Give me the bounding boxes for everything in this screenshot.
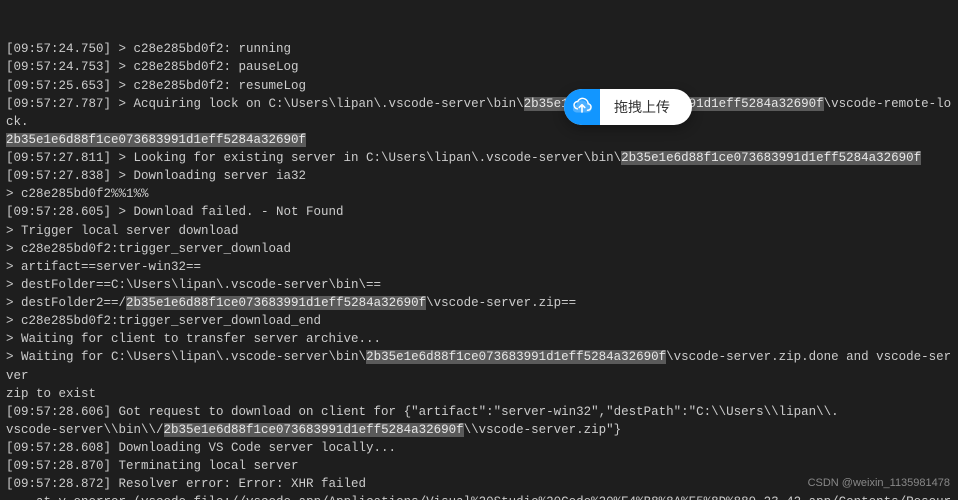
text-segment: [09:57:28.608] Downloading VS Code serve…: [6, 441, 396, 455]
text-segment: at y.onerror (vscode-: [6, 495, 194, 500]
terminal-line: > Waiting for client to transfer server …: [6, 330, 952, 348]
text-segment: > Waiting for client to transfer server …: [6, 332, 381, 346]
text-segment: [09:57:24.750] > c28e285bd0f2: running: [6, 42, 291, 56]
text-segment: [09:57:24.753] > c28e285bd0f2: pauseLog: [6, 60, 299, 74]
text-segment: > Trigger local server download: [6, 224, 239, 238]
text-segment: vscode-server\\bin\\/: [6, 423, 164, 437]
terminal-line: [09:57:24.753] > c28e285bd0f2: pauseLog: [6, 58, 952, 76]
text-segment: > artifact==server-win32==: [6, 260, 201, 274]
text-segment: > destFolder2==/: [6, 296, 126, 310]
terminal-line: 2b35e1e6d88f1ce073683991d1eff5284a32690f: [6, 131, 952, 149]
watermark: CSDN @weixin_1135981478: [808, 476, 950, 492]
terminal-line: > c28e285bd0f2:trigger_server_download: [6, 240, 952, 258]
terminal-line: [09:57:27.787] > Acquiring lock on C:\Us…: [6, 95, 952, 131]
highlighted-hash: 2b35e1e6d88f1ce073683991d1eff5284a32690f: [6, 133, 306, 147]
text-segment: \\vscode-server.zip"}: [464, 423, 622, 437]
terminal-line: > artifact==server-win32==: [6, 258, 952, 276]
upload-popup-label: 拖拽上传: [600, 97, 692, 117]
terminal-line: vscode-server\\bin\\/2b35e1e6d88f1ce0736…: [6, 421, 952, 439]
text-segment: > destFolder==C:\Users\lipan\.vscode-ser…: [6, 278, 381, 292]
upload-popup[interactable]: 拖拽上传: [564, 89, 692, 125]
cloud-upload-icon: [564, 89, 600, 125]
terminal-line: [09:57:27.838] > Downloading server ia32: [6, 167, 952, 185]
terminal-output[interactable]: [09:57:24.750] > c28e285bd0f2: running [0…: [0, 0, 958, 498]
highlighted-hash: 2b35e1e6d88f1ce073683991d1eff5284a32690f: [164, 423, 464, 437]
terminal-line: > Trigger local server download: [6, 222, 952, 240]
text-segment: [09:57:27.787] > Acquiring lock on C:\Us…: [6, 97, 524, 111]
text-segment: [09:57:27.811] > Looking for existing se…: [6, 151, 621, 165]
terminal-line: [09:57:27.811] > Looking for existing se…: [6, 149, 952, 167]
text-segment: [09:57:28.605] > Download failed. - Not …: [6, 205, 344, 219]
highlighted-hash: 2b35e1e6d88f1ce073683991d1eff5284a32690f: [126, 296, 426, 310]
terminal-line: [09:57:24.750] > c28e285bd0f2: running: [6, 40, 952, 58]
terminal-line: zip to exist: [6, 385, 952, 403]
terminal-line: > destFolder2==/2b35e1e6d88f1ce073683991…: [6, 294, 952, 312]
text-segment: [09:57:25.653] > c28e285bd0f2: resumeLog: [6, 79, 306, 93]
terminal-line: [09:57:28.870] Terminating local server: [6, 457, 952, 475]
highlighted-hash: 2b35e1e6d88f1ce073683991d1eff5284a32690f: [366, 350, 666, 364]
text-segment: \vscode-server.zip==: [426, 296, 576, 310]
text-segment: [09:57:27.838] > Downloading server ia32: [6, 169, 306, 183]
terminal-line: [09:57:25.653] > c28e285bd0f2: resumeLog: [6, 77, 952, 95]
terminal-line: > c28e285bd0f2:trigger_server_download_e…: [6, 312, 952, 330]
text-segment: > Waiting for C:\Users\lipan\.vscode-ser…: [6, 350, 366, 364]
text-segment: > c28e285bd0f2%%1%%: [6, 187, 149, 201]
text-segment: zip to exist: [6, 387, 96, 401]
terminal-line: > c28e285bd0f2%%1%%: [6, 185, 952, 203]
terminal-line: at y.onerror (vscode-file://vscode-app/A…: [6, 493, 952, 500]
text-segment: > c28e285bd0f2:trigger_server_download_e…: [6, 314, 321, 328]
terminal-line: > destFolder==C:\Users\lipan\.vscode-ser…: [6, 276, 952, 294]
terminal-line: [09:57:28.608] Downloading VS Code serve…: [6, 439, 952, 457]
terminal-line: [09:57:28.606] Got request to download o…: [6, 403, 952, 421]
text-segment: [09:57:28.870] Terminating local server: [6, 459, 299, 473]
highlighted-hash: 2b35e1e6d88f1ce073683991d1eff5284a32690f: [621, 151, 921, 165]
text-segment: > c28e285bd0f2:trigger_server_download: [6, 242, 291, 256]
terminal-line: [09:57:28.605] > Download failed. - Not …: [6, 203, 952, 221]
terminal-line: > Waiting for C:\Users\lipan\.vscode-ser…: [6, 348, 952, 384]
text-segment: [09:57:28.872] Resolver error: Error: XH…: [6, 477, 366, 491]
text-segment: [09:57:28.606] Got request to download o…: [6, 405, 839, 419]
